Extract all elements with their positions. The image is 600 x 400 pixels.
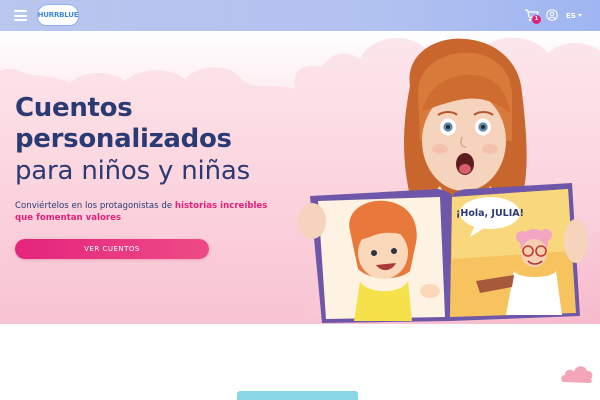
view-stories-button[interactable]: VER CUENTOS [15,239,209,259]
hero-title-line-2: personalizados [15,124,232,154]
hero-title-line-1: Cuentos [15,93,133,123]
site-logo[interactable]: HURRBLUE [37,5,79,25]
book-speech-text: ¡Hola, JULIA! [456,208,524,219]
top-header: HURRBLUE 1 ES [0,0,600,31]
hero-subtitle-prefix: Conviértelos en los protagonistas de [15,201,175,211]
user-account-icon[interactable] [546,9,558,21]
chevron-down-icon [577,14,582,17]
section-card-teaser [237,391,358,400]
hero-section: ¡Hola, JULIA! Cuentos personalizados par… [0,31,600,324]
logo-text: HURRBLUE [37,11,79,19]
cart-count-badge: 1 [532,15,541,24]
girl-with-book-illustration: ¡Hola, JULIA! [298,38,588,323]
hero-title-line-3: para niños y niñas [15,156,250,186]
hero-subtitle: Conviértelos en los protagonistas de his… [15,201,277,224]
menu-icon[interactable] [14,10,27,21]
language-label: ES [566,11,576,20]
language-selector[interactable]: ES [566,10,582,21]
cloud-decoration-icon [561,366,593,383]
